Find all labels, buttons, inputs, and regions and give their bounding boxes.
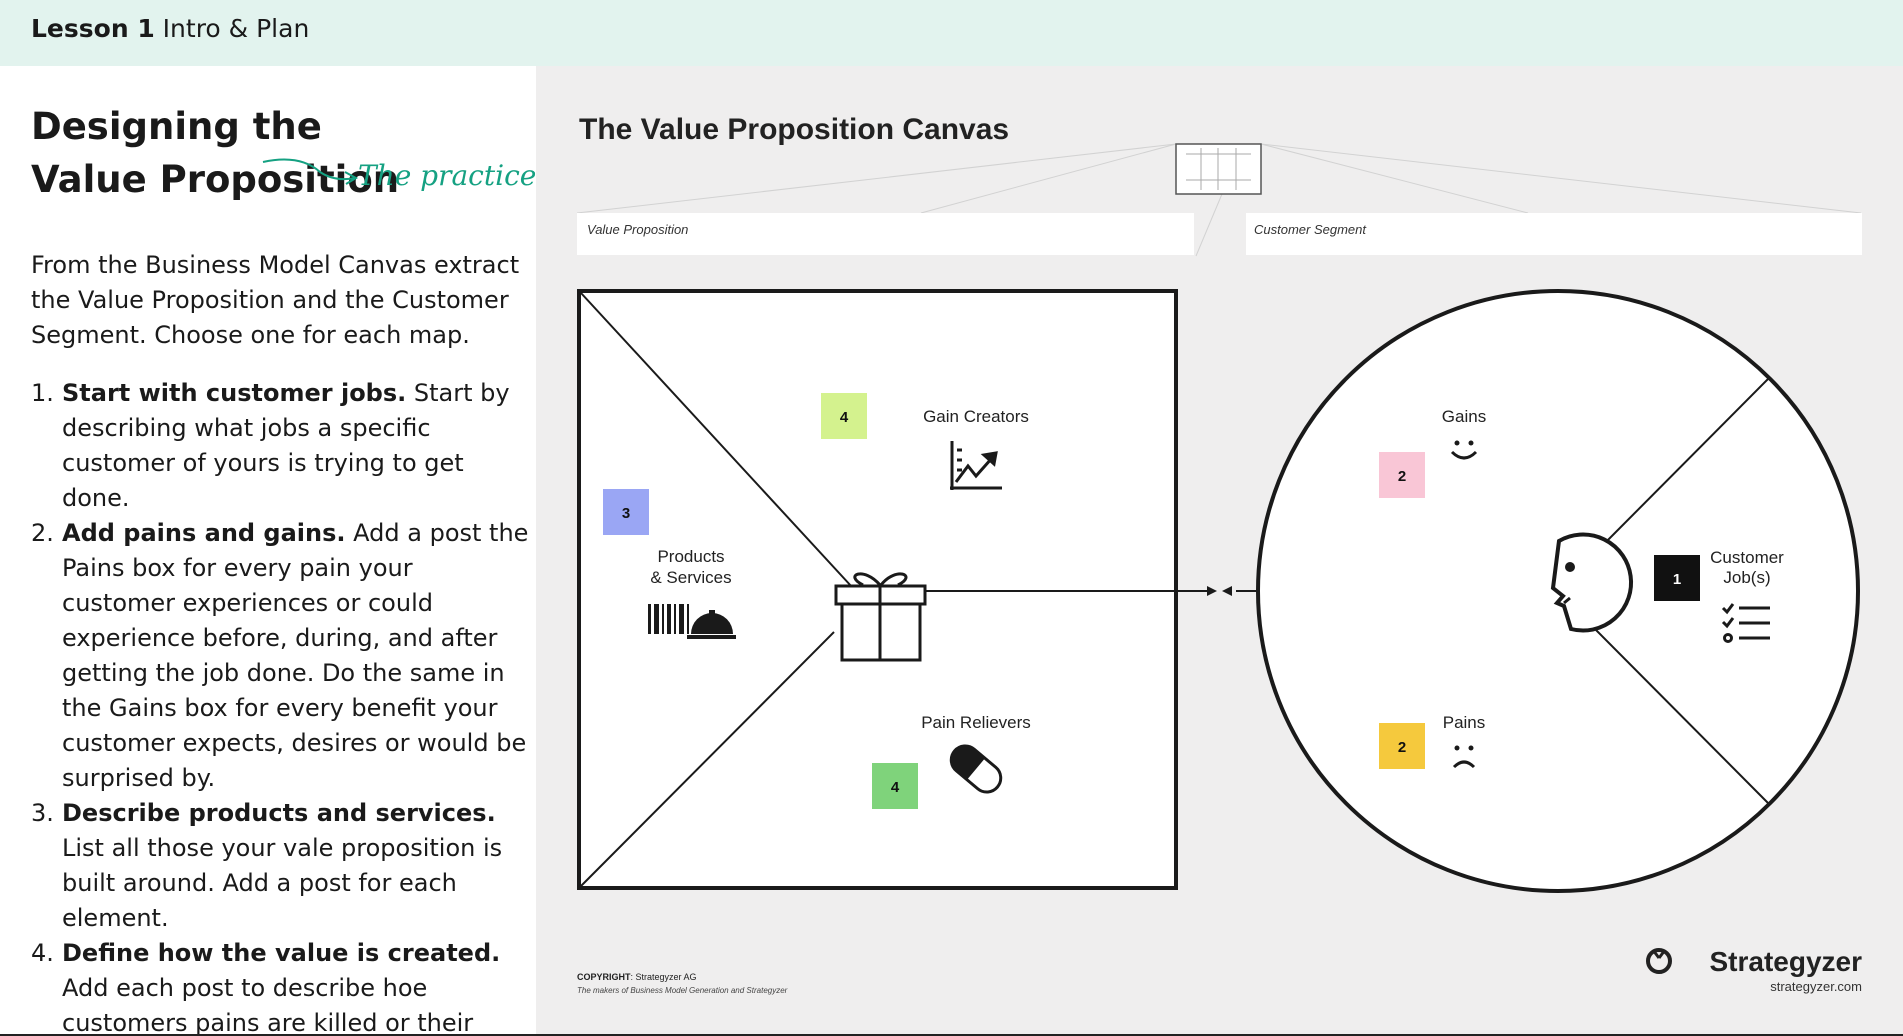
barcode-icon — [648, 604, 689, 634]
gains-count: 2 — [1398, 468, 1406, 485]
copyright-label: COPYRIGHT — [577, 972, 631, 982]
step-heading: Add pains and gains. — [62, 519, 346, 547]
brand-name: Strategyzer — [1709, 946, 1862, 977]
lesson-heading: Lesson 1 Intro & Plan — [31, 14, 309, 43]
customer-jobs-label-line1: Customer — [1710, 548, 1784, 567]
practice-label: The practice — [358, 159, 537, 192]
gain-creators-count: 4 — [840, 409, 849, 426]
step-number: 2. — [31, 519, 54, 547]
pain-relievers-label: Pain Relievers — [921, 713, 1031, 732]
step-item: 1. Start with customer jobs. Start by des… — [31, 376, 529, 516]
copyright-subline: The makers of Business Model Generation … — [577, 986, 788, 995]
value-proposition-canvas: The Value Proposition Canvas Value Propo… — [536, 66, 1903, 1034]
products-label-line2: & Services — [650, 568, 731, 587]
value-proposition-label: Value Proposition — [587, 222, 688, 237]
step-text: List all those your vale proposition is … — [62, 834, 503, 932]
canvas-title: The Value Proposition Canvas — [579, 113, 1009, 146]
steps-list: 1. Start with customer jobs. Start by des… — [31, 376, 529, 1036]
step-item: 4. Define how the value is created. Add e… — [31, 936, 529, 1036]
products-count: 3 — [622, 505, 630, 522]
gain-creators-label: Gain Creators — [923, 407, 1029, 426]
customer-segment-label: Customer Segment — [1254, 222, 1367, 237]
pains-label: Pains — [1443, 713, 1486, 732]
step-item: 3. Describe products and services. List a… — [31, 796, 529, 936]
intro-text: From the Business Model Canvas extract t… — [31, 251, 520, 349]
step-text: Add a post the Pains box for every pain … — [62, 519, 529, 792]
canvas-drawing: The Value Proposition Canvas Value Propo… — [576, 113, 1862, 995]
step-heading: Describe products and services. — [62, 799, 496, 827]
strategyzer-logo-icon — [1646, 948, 1672, 974]
lesson-title: Intro & Plan — [162, 14, 310, 43]
step-text: Add each post to describe hoe customers … — [62, 974, 474, 1036]
step-item: 2. Add pains and gains. Add a post the Pa… — [31, 516, 529, 796]
step-heading: Define how the value is created. — [62, 939, 501, 967]
step-number: 1. — [31, 379, 54, 407]
gains-label: Gains — [1442, 407, 1486, 426]
customer-jobs-count: 1 — [1673, 571, 1681, 588]
instructions-panel: Designing the Value Proposition The prac… — [0, 66, 537, 1036]
curved-arrow-icon — [262, 158, 359, 185]
step-heading: Start with customer jobs. — [62, 379, 407, 407]
step-number: 4. — [31, 939, 54, 967]
pain-relievers-count: 4 — [891, 779, 900, 796]
top-bar: Lesson 1 Intro & Plan — [0, 0, 1903, 66]
customer-jobs-label-line2: Job(s) — [1723, 568, 1770, 587]
products-label-line1: Products — [657, 547, 724, 566]
pains-count: 2 — [1398, 739, 1406, 756]
step-number: 3. — [31, 799, 54, 827]
lesson-number: Lesson 1 — [31, 14, 155, 43]
brand-url[interactable]: strategyzer.com — [1770, 979, 1862, 994]
gift-icon — [834, 572, 927, 662]
copyright-text: : Strategyzer AG — [631, 972, 697, 982]
copyright-line: COPYRIGHT: Strategyzer AG — [577, 972, 697, 982]
